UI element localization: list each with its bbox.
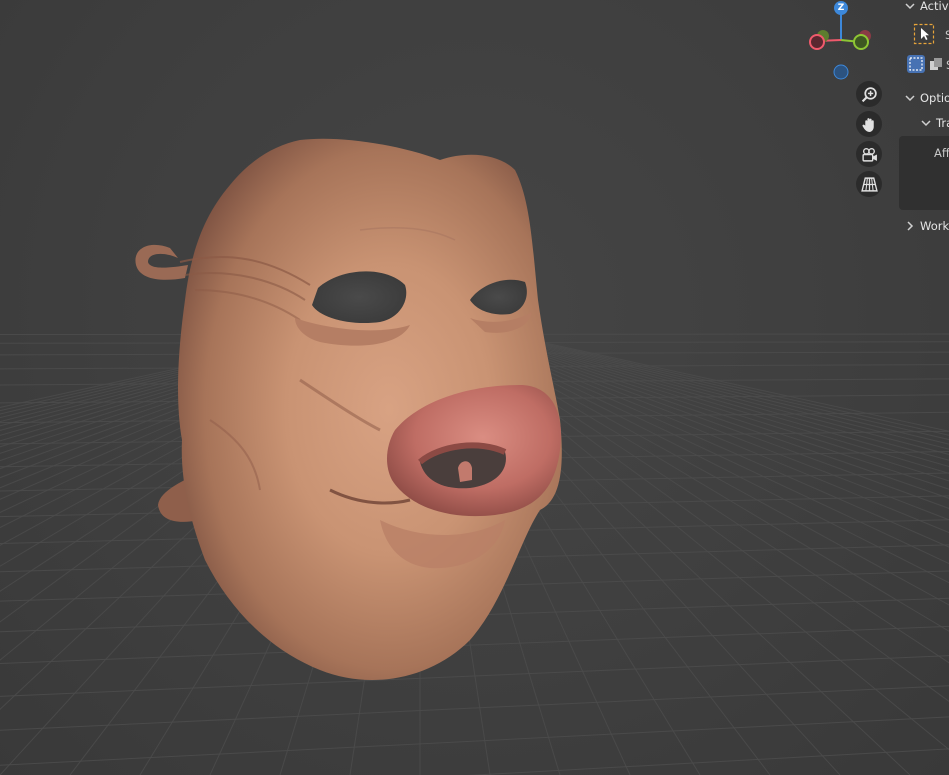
- transform-label: Tra: [936, 116, 949, 130]
- hand-icon: [862, 117, 874, 132]
- grid-perspective-icon: [860, 176, 878, 192]
- navigation-gizmo[interactable]: Z: [805, 0, 885, 82]
- zoom-in-icon: [861, 86, 877, 102]
- chevron-down-icon: [905, 3, 915, 10]
- cursor-select-icon: [913, 23, 935, 45]
- chevron-down-icon: [921, 120, 931, 127]
- active-tool-panel-header[interactable]: Active: [899, 0, 949, 16]
- active-tool-label: Active: [920, 0, 949, 13]
- tool-settings-sidebar: Active S S Optio Tra Aff Work: [899, 0, 949, 775]
- select-tool-label: S: [945, 28, 949, 42]
- gizmo-z-label: Z: [837, 3, 845, 13]
- affect-only-label: Aff: [934, 146, 949, 160]
- camera-view-button[interactable]: [856, 141, 882, 167]
- chevron-down-icon: [905, 95, 915, 102]
- ortho-toggle-button[interactable]: [856, 171, 882, 197]
- pig-mask-model[interactable]: [0, 0, 949, 775]
- transform-subpanel-header[interactable]: Tra: [915, 113, 949, 133]
- select-extend-icon: [930, 58, 942, 70]
- select-box-icon: [909, 57, 923, 71]
- select-tool-button[interactable]: [913, 23, 935, 45]
- workspace-panel-header[interactable]: Work: [899, 216, 949, 236]
- options-label: Optio: [920, 91, 949, 105]
- workspace-label: Work: [920, 219, 949, 233]
- select-new-mode-button[interactable]: [907, 55, 925, 73]
- 3d-viewport[interactable]: Z: [0, 0, 949, 775]
- zoom-button[interactable]: [856, 81, 882, 107]
- select-extend-mode-button[interactable]: [927, 55, 945, 73]
- camera-icon: [861, 147, 877, 162]
- chevron-right-icon: [907, 221, 914, 231]
- pan-button[interactable]: [856, 111, 882, 137]
- transform-options-box: Aff: [899, 136, 949, 210]
- options-panel-header[interactable]: Optio: [899, 88, 949, 108]
